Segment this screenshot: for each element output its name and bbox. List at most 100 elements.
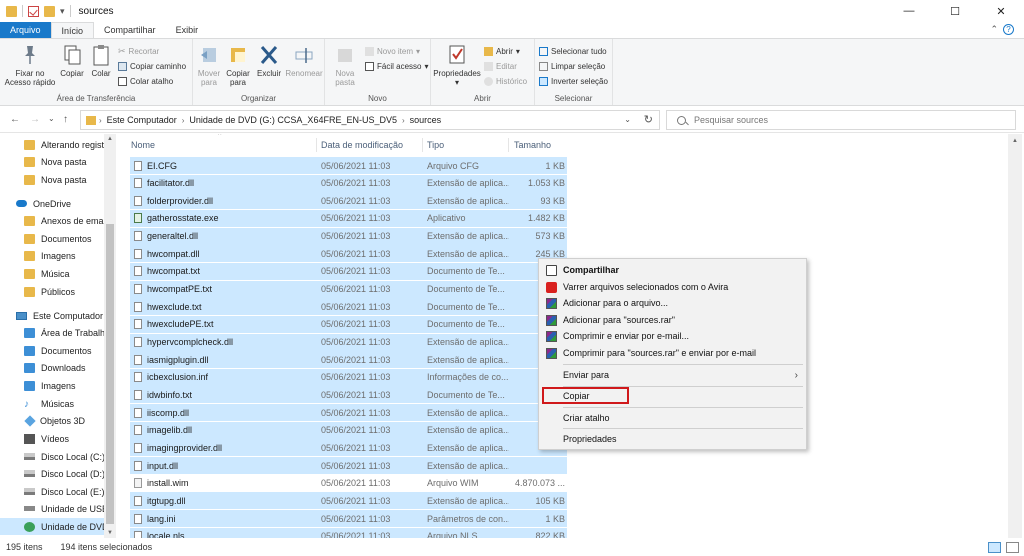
chevron-down-icon[interactable]: ⌄ — [624, 115, 631, 124]
nav-item[interactable]: Objetos 3D — [0, 412, 104, 429]
file-row[interactable]: install.wim 05/06/2021 11:03 Arquivo WIM 4.… — [130, 475, 567, 492]
file-row[interactable]: imagelib.dll 05/06/2021 11:03 Extensão de … — [130, 421, 567, 439]
nav-item[interactable]: Vídeos — [0, 430, 104, 447]
file-row[interactable]: input.dll 05/06/2021 11:03 Extensão de apl… — [130, 457, 567, 475]
breadcrumb-sources[interactable]: sources — [405, 115, 447, 125]
properties-button[interactable]: Propriedades ▾ — [433, 43, 481, 87]
chevron-down-icon[interactable]: ▾ — [60, 6, 65, 17]
nav-item[interactable]: Nova pasta — [0, 171, 104, 188]
maximize-button[interactable]: ☐ — [932, 0, 978, 22]
minimize-button[interactable]: — — [886, 0, 932, 22]
scroll-thumb[interactable] — [106, 224, 114, 524]
file-row[interactable]: iiscomp.dll 05/06/2021 11:03 Extensão de a… — [130, 404, 567, 422]
file-row[interactable]: lang.ini 05/06/2021 11:03 Parâmetros de co… — [130, 510, 567, 527]
nav-item[interactable]: Unidade de USB — [0, 500, 104, 517]
column-size[interactable]: Tamanho — [514, 140, 551, 150]
nav-item[interactable]: ♪ Músicas — [0, 395, 104, 412]
back-arrow-icon[interactable]: ← — [10, 114, 20, 125]
menu-item-send-to[interactable]: Enviar para › — [539, 367, 806, 383]
easy-access-button[interactable]: Fácil acesso ▾ — [365, 60, 428, 72]
column-type[interactable]: Tipo — [427, 140, 444, 150]
nav-item[interactable]: Este Computador — [0, 307, 104, 324]
file-row[interactable]: hwexclude.txt 05/06/2021 11:03 Documento d… — [130, 298, 567, 316]
chevron-up-icon[interactable]: ⌃ — [990, 24, 998, 35]
up-arrow-icon[interactable]: ↑ — [63, 114, 68, 125]
history-button[interactable]: Histórico — [484, 75, 527, 87]
scroll-down-icon[interactable]: ▼ — [107, 530, 113, 536]
details-view-icon[interactable] — [988, 542, 1001, 553]
file-row[interactable]: idwbinfo.txt 05/06/2021 11:03 Documento de… — [130, 386, 567, 404]
move-to-button[interactable]: Mover para — [195, 43, 223, 87]
new-item-button[interactable]: Novo item ▾ — [365, 45, 420, 57]
menu-item-avira-scan[interactable]: Varrer arquivos selecionados com o Avira — [539, 279, 806, 295]
file-row[interactable]: hwexcludePE.txt 05/06/2021 11:03 Documento… — [130, 315, 567, 333]
scroll-up-icon[interactable]: ▲ — [1012, 138, 1018, 144]
select-all-button[interactable]: Selecionar tudo — [539, 45, 607, 57]
file-list-scrollbar[interactable]: ▲ — [1008, 134, 1022, 538]
menu-item-compress-email[interactable]: Comprimir e enviar por e-mail... — [539, 328, 806, 344]
tab-share[interactable]: Compartilhar — [94, 22, 166, 38]
nav-item[interactable]: Disco Local (C:) — [0, 448, 104, 465]
scroll-up-icon[interactable]: ▲ — [107, 136, 113, 142]
file-row[interactable]: imagingprovider.dll 05/06/2021 11:03 Exten… — [130, 439, 567, 457]
menu-item-share[interactable]: Compartilhar — [539, 262, 806, 278]
nav-item[interactable]: OneDrive — [0, 195, 104, 212]
tab-file[interactable]: Arquivo — [0, 22, 51, 38]
delete-button[interactable]: Excluir — [255, 43, 283, 78]
file-row[interactable]: EI.CFG 05/06/2021 11:03 Arquivo CFG 1 KB — [130, 157, 567, 174]
menu-item-compress-rar-email[interactable]: Comprimir para "sources.rar" e enviar po… — [539, 345, 806, 361]
new-folder-button[interactable]: Nova pasta — [331, 43, 359, 87]
paste-button[interactable]: Colar — [88, 43, 114, 78]
file-row[interactable]: hwcompatPE.txt 05/06/2021 11:03 Documento … — [130, 280, 567, 298]
tab-home[interactable]: Início — [50, 22, 95, 38]
nav-scrollbar[interactable]: ▲ ▼ — [104, 134, 116, 538]
nav-item[interactable]: Área de Trabalho — [0, 324, 104, 341]
nav-item[interactable]: Documentos — [0, 230, 104, 247]
file-row[interactable]: icbexclusion.inf 05/06/2021 11:03 Informaç… — [130, 368, 567, 386]
nav-item[interactable]: Anexos de email — [0, 212, 104, 229]
column-name[interactable]: Nome — [131, 140, 155, 150]
properties-quick-icon[interactable] — [28, 5, 39, 17]
nav-item[interactable]: Públicos — [0, 283, 104, 300]
nav-item[interactable]: Música — [0, 265, 104, 282]
nav-item[interactable]: Imagens — [0, 247, 104, 264]
file-row[interactable]: hwcompat.dll 05/06/2021 11:03 Extensão de … — [130, 245, 567, 263]
menu-item-add-archive[interactable]: Adicionar para o arquivo... — [539, 295, 806, 311]
search-input[interactable]: Pesquisar sources — [666, 110, 1016, 130]
menu-item-add-rar[interactable]: Adicionar para "sources.rar" — [539, 312, 806, 328]
breadcrumb-this-pc[interactable]: Este Computador — [102, 115, 182, 125]
nav-item[interactable]: Nova pasta — [0, 153, 104, 170]
file-row[interactable]: generaltel.dll 05/06/2021 11:03 Extensão d… — [130, 227, 567, 245]
tab-view[interactable]: Exibir — [166, 22, 209, 38]
help-icon[interactable]: ? — [1003, 24, 1014, 35]
cut-button[interactable]: ✂ Recortar — [118, 45, 159, 57]
file-row[interactable]: itgtupg.dll 05/06/2021 11:03 Extensão de a… — [130, 492, 567, 510]
edit-button[interactable]: Editar — [484, 60, 517, 72]
file-row[interactable]: gatherosstate.exe 05/06/2021 11:03 Aplicat… — [130, 209, 567, 227]
copy-button[interactable]: Copiar — [58, 43, 86, 78]
pin-quick-access-button[interactable]: Fixar no Acesso rápido — [4, 43, 56, 87]
large-icons-view-icon[interactable] — [1006, 542, 1019, 553]
invert-selection-button[interactable]: Inverter seleção — [539, 75, 608, 87]
select-none-button[interactable]: Limpar seleção — [539, 60, 605, 72]
menu-item-create-shortcut[interactable]: Criar atalho — [539, 410, 806, 426]
rename-button[interactable]: Renomear — [285, 43, 323, 78]
nav-item[interactable]: Alterando registi — [0, 136, 104, 153]
nav-item[interactable]: Disco Local (D:) — [0, 465, 104, 482]
nav-item[interactable]: Unidade de DVD — [0, 518, 104, 535]
paste-shortcut-button[interactable]: Colar atalho — [118, 75, 173, 87]
copy-path-button[interactable]: Copiar caminho — [118, 60, 186, 72]
menu-item-properties[interactable]: Propriedades — [539, 431, 806, 447]
file-row[interactable]: hwcompat.txt 05/06/2021 11:03 Documento de… — [130, 262, 567, 280]
chevron-down-icon[interactable]: ⌄ — [48, 114, 55, 123]
forward-arrow-icon[interactable]: → — [30, 114, 40, 125]
close-button[interactable]: ✕ — [978, 0, 1024, 22]
nav-item[interactable]: Documentos — [0, 342, 104, 359]
nav-item[interactable]: Imagens — [0, 377, 104, 394]
file-row[interactable]: iasmigplugin.dll 05/06/2021 11:03 Extensão… — [130, 351, 567, 369]
breadcrumb-dvd-drive[interactable]: Unidade de DVD (G:) CCSA_X64FRE_EN-US_DV… — [184, 115, 402, 125]
new-folder-quick-icon[interactable] — [44, 5, 55, 17]
file-row[interactable]: locale.nls 05/06/2021 11:03 Arquivo NLS 822… — [130, 527, 567, 538]
nav-item[interactable]: Disco Local (E:) — [0, 483, 104, 500]
address-input[interactable]: › Este Computador › Unidade de DVD (G:) … — [80, 110, 660, 130]
